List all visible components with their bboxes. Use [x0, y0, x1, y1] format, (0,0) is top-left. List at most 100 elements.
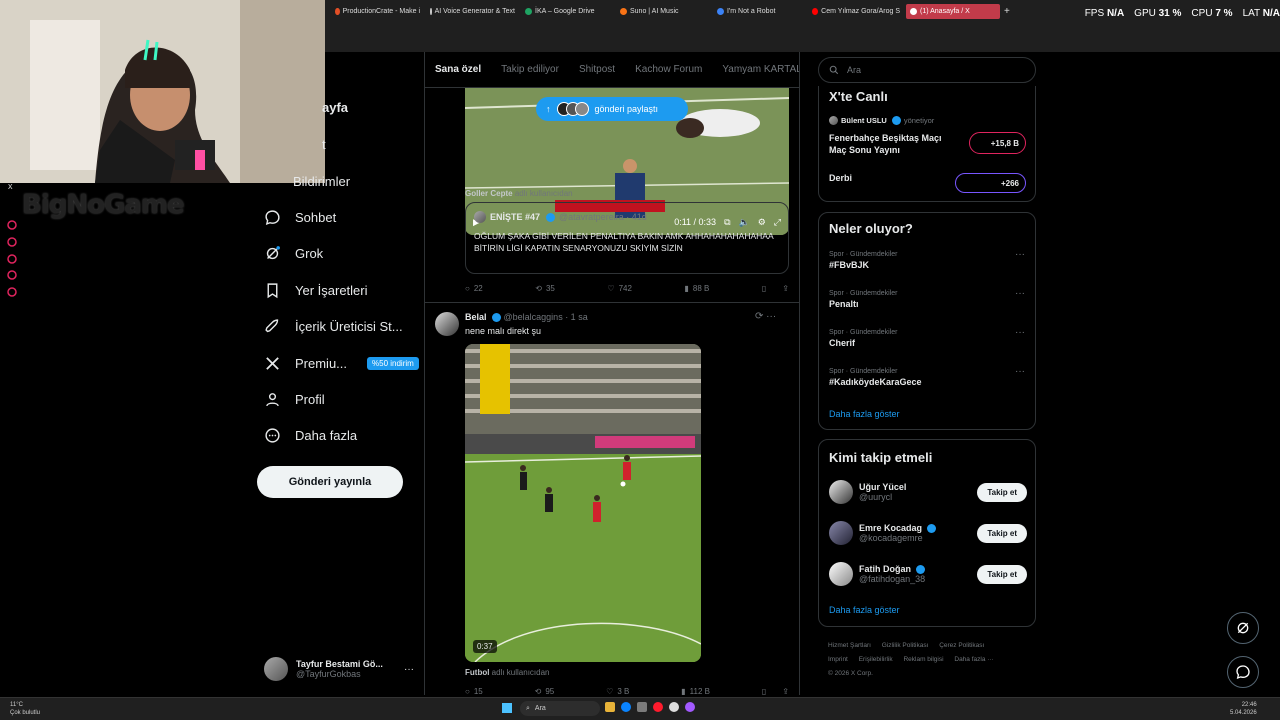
trend-item[interactable]: Spor · Gündemdekiler #FBvBJK: [829, 251, 897, 270]
nav-grok[interactable]: Grok: [264, 245, 323, 262]
edge-icon[interactable]: [621, 702, 631, 712]
nav-explore[interactable]: t: [322, 137, 326, 152]
browser-tab-active[interactable]: (1) Anasayfa / X: [906, 4, 1000, 19]
tab-following[interactable]: Takip ediliyor: [501, 64, 559, 75]
clock[interactable]: 22:46 5.04.2026: [1230, 701, 1257, 717]
weather-widget[interactable]: 11°C Çok bulutlu: [10, 701, 40, 717]
footer-link[interactable]: Hizmet Şartları: [828, 642, 871, 649]
more-icon[interactable]: ···: [1015, 249, 1025, 260]
x-favicon-icon: [910, 8, 917, 15]
more-icon[interactable]: ···: [1015, 366, 1025, 377]
live-space-title[interactable]: Fenerbahçe Beşiktaş Maçı Maç Sonu Yayını: [829, 132, 959, 156]
nav-notifications[interactable]: Bildirimler: [293, 174, 350, 189]
performance-overlay: FPS N/A GPU 31 % CPU 7 % LAT N/A: [1084, 8, 1280, 19]
file-explorer-icon[interactable]: [605, 702, 615, 712]
tab-shitpost[interactable]: Shitpost: [579, 64, 615, 75]
trends-card: Neler oluyor? Spor · Gündemdekiler #FBvBJ…: [818, 212, 1036, 430]
live-host: Bülent USLU yönetiyor: [829, 116, 934, 125]
divider: [425, 302, 799, 303]
new-tab-button[interactable]: +: [1004, 4, 1016, 19]
trend-item[interactable]: Spor · Gündemdekiler Cherif: [829, 329, 897, 348]
views-button[interactable]: ▮ 88 B: [684, 284, 709, 293]
tab-yamyam[interactable]: Yamyam KARTALL: [722, 64, 799, 75]
quoted-tweet[interactable]: ENİŞTE #47 @atavratpereira · 41d OĞLUM Ş…: [465, 202, 789, 274]
follow-suggestion: Emre Kocadag @kocadagemre Takip et: [829, 519, 1027, 547]
tweet-header: Belal @belalcaggins · 1 sa: [465, 312, 588, 322]
opera-icon[interactable]: [653, 702, 663, 712]
avatar[interactable]: [435, 312, 459, 336]
svg-text:x: x: [8, 181, 13, 191]
like-button[interactable]: ♡ 3 B: [606, 687, 629, 695]
tab-for-you[interactable]: Sana özel: [435, 64, 481, 75]
copyright: © 2026 X Corp.: [828, 670, 873, 677]
grok-float-button[interactable]: [1227, 612, 1259, 644]
nav-chat[interactable]: Sohbet: [264, 209, 336, 226]
shared-posts-pill[interactable]: ↑ gönderi paylaştı: [536, 97, 688, 121]
start-icon[interactable]: [502, 703, 512, 713]
taskbar-search[interactable]: ⌕ Ara: [520, 701, 600, 716]
timeline: Sana özel Takip ediliyor Shitpost Kachow…: [424, 52, 800, 695]
footer-link[interactable]: Çerez Politikası: [939, 642, 984, 649]
heart-icon: ♡: [606, 687, 614, 695]
browser-tab[interactable]: AI Voice Generator & Text: [430, 4, 515, 19]
nav-creator-studio[interactable]: İçerik Üreticisi St...: [264, 318, 403, 335]
live-listeners-badge[interactable]: +266: [955, 173, 1026, 193]
follow-button[interactable]: Takip et: [977, 482, 1027, 502]
post-button[interactable]: Gönderi yayınla: [257, 466, 403, 498]
more-icon: ···: [404, 663, 414, 675]
like-button[interactable]: ♡ 742: [607, 284, 632, 293]
follow-button[interactable]: Takip et: [977, 564, 1027, 584]
views-button[interactable]: ▮ 112 B: [681, 687, 710, 695]
show-more-link[interactable]: Daha fazla göster: [829, 605, 900, 615]
verified-badge-icon: [546, 212, 556, 222]
live-listeners-badge[interactable]: +15,8 B: [969, 132, 1026, 154]
browser-tab[interactable]: ProductionCrate - Make i: [335, 4, 420, 19]
more-icon[interactable]: ···: [1015, 288, 1025, 299]
quote-text: OĞLUM ŞAKA GİBİ VERİLEN PENALTIYA BAKIN …: [474, 231, 774, 253]
reply-button[interactable]: ○ 22: [465, 284, 483, 293]
tab-kachow-forum[interactable]: Kachow Forum: [635, 64, 702, 75]
footer-link[interactable]: Daha fazla ···: [954, 656, 993, 663]
account-name: Tayfur Bestami Gö...: [296, 659, 383, 669]
tweet-more-icon[interactable]: ⟳ ···: [755, 311, 776, 322]
app-icon[interactable]: [685, 702, 695, 712]
more-icon[interactable]: ···: [1015, 327, 1025, 338]
reply-button[interactable]: ○ 15: [465, 687, 483, 695]
share-icon[interactable]: ⇪: [782, 284, 789, 293]
x-logo-icon: [266, 357, 279, 370]
browser-tab[interactable]: Cem Yılmaz Gora/Arog S: [812, 4, 900, 19]
chat-icon: [1236, 665, 1250, 680]
nav-profile[interactable]: Profil: [264, 391, 325, 408]
search-input[interactable]: Ara: [818, 57, 1036, 83]
nav-more[interactable]: Daha fazla: [264, 427, 357, 444]
tab-favicon-icon: [812, 8, 819, 15]
views-icon: ▮: [681, 687, 686, 695]
footer-link[interactable]: Reklam bilgisi: [903, 656, 943, 663]
bookmark-icon[interactable]: ▯: [762, 284, 766, 293]
footer-link[interactable]: Erişilebilirlik: [859, 656, 893, 663]
app-icon[interactable]: [669, 702, 679, 712]
browser-tab[interactable]: İKA – Google Drive: [525, 4, 610, 19]
messages-float-button[interactable]: [1227, 656, 1259, 688]
live-space-title[interactable]: Derbi: [829, 173, 852, 183]
bookmark-icon[interactable]: ▯: [762, 687, 766, 695]
share-icon[interactable]: ⇪: [782, 687, 789, 695]
show-more-link[interactable]: Daha fazla göster: [829, 409, 900, 419]
trend-item[interactable]: Spor · Gündemdekiler #KadıköydeKaraGece: [829, 368, 922, 387]
tab-favicon-icon: [620, 8, 627, 15]
nav-premium[interactable]: Premiu... %50 indirim: [264, 355, 419, 372]
follow-button[interactable]: Takip et: [977, 523, 1027, 543]
tweet-video[interactable]: 0:37: [465, 344, 701, 662]
trend-item[interactable]: Spor · Gündemdekiler Penaltı: [829, 290, 897, 309]
nav-home[interactable]: ayfa: [322, 100, 348, 115]
repost-button[interactable]: ⟲ 35: [535, 284, 555, 293]
browser-tab[interactable]: I'm Not a Robot: [717, 4, 802, 19]
footer-link[interactable]: Gizlilik Politikası: [882, 642, 929, 649]
repost-button[interactable]: ⟲ 95: [535, 687, 555, 695]
store-icon[interactable]: [637, 702, 647, 712]
nav-bookmarks[interactable]: Yer İşaretleri: [264, 282, 368, 299]
browser-tab[interactable]: Suno | AI Music: [620, 4, 705, 19]
footer-link[interactable]: Imprint: [828, 656, 848, 663]
account-switcher[interactable]: Tayfur Bestami Gö... @TayfurGokbas ···: [264, 654, 414, 684]
community-label: Futbol adlı kullanıcıdan: [465, 668, 550, 677]
